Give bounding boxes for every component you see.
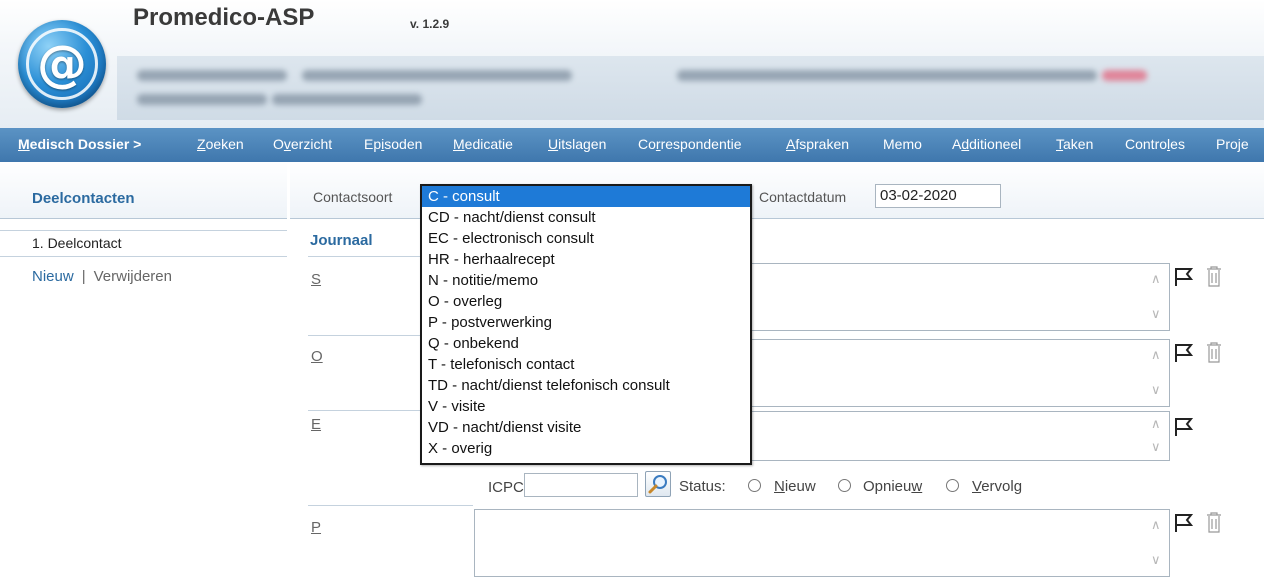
nav-memo[interactable]: Memo [883, 136, 922, 152]
trash-icon[interactable] [1206, 511, 1222, 533]
status-vervolg-label[interactable]: Vervolg [972, 478, 1022, 495]
option-nacht-dienst-consult[interactable]: CD - nacht/dienst consult [422, 207, 750, 228]
app-header: @ Promedico-ASP v. 1.2.9 [0, 0, 1264, 128]
nav-controles[interactable]: Controles [1125, 136, 1185, 152]
nav-medicatie[interactable]: Medicatie [453, 136, 513, 152]
nav-zoeken[interactable]: Zoeken [197, 136, 244, 152]
scrollbar[interactable]: ∧ ∨ [1145, 340, 1169, 406]
nav-episoden[interactable]: Episoden [364, 136, 422, 152]
nav-uitslagen[interactable]: Uitslagen [548, 136, 606, 152]
sidebar-actions: Nieuw | Verwijderen [32, 268, 172, 285]
app-title: Promedico-ASP [133, 4, 315, 31]
status-opnieuw-radio[interactable] [838, 479, 851, 492]
chevron-up-icon[interactable]: ∧ [1151, 272, 1161, 287]
option-visite[interactable]: V - visite [422, 396, 750, 417]
icpc-search-button[interactable] [645, 471, 671, 497]
option-nacht-dienst-telefonisch[interactable]: TD - nacht/dienst telefonisch consult [422, 375, 750, 396]
nav-projecten[interactable]: Proje [1216, 136, 1249, 152]
trash-icon[interactable] [1206, 265, 1222, 287]
sidebar-item-label: 1. Deelcontact [32, 235, 122, 251]
promedico-logo: @ [18, 20, 106, 108]
trash-icon[interactable] [1206, 341, 1222, 363]
option-nacht-dienst-visite[interactable]: VD - nacht/dienst visite [422, 417, 750, 438]
option-electronisch-consult[interactable]: EC - electronisch consult [422, 228, 750, 249]
icpc-label: ICPC [488, 479, 524, 496]
chevron-down-icon[interactable]: ∨ [1151, 383, 1161, 398]
chevron-down-icon[interactable]: ∨ [1151, 307, 1161, 322]
nav-afspraken[interactable]: Afspraken [786, 136, 849, 152]
option-consult[interactable]: C - consult [422, 186, 750, 207]
option-telefonisch-contact[interactable]: T - telefonisch contact [422, 354, 750, 375]
magnifier-icon [648, 475, 667, 494]
icpc-input[interactable] [524, 473, 638, 497]
scrollbar[interactable]: ∧ ∨ [1145, 412, 1169, 460]
section-e-label: E [311, 416, 322, 433]
main-nav: Medisch Dossier > Zoeken Overzicht Episo… [0, 128, 1264, 162]
option-overleg[interactable]: O - overleg [422, 291, 750, 312]
contactdatum-input[interactable]: 03-02-2020 [875, 184, 1001, 208]
at-sign-icon: @ [26, 28, 98, 100]
patient-info-redacted [117, 56, 1264, 120]
contactsoort-label: Contactsoort [313, 189, 393, 205]
chevron-up-icon[interactable]: ∧ [1151, 348, 1161, 363]
nav-medisch-dossier[interactable]: Medisch Dossier > [18, 136, 141, 152]
option-notitie-memo[interactable]: N - notitie/memo [422, 270, 750, 291]
flag-icon[interactable] [1173, 416, 1195, 438]
section-o-label: O [311, 348, 323, 365]
status-nieuw-radio[interactable] [748, 479, 761, 492]
nav-correspondentie[interactable]: Correspondentie [638, 136, 742, 152]
chevron-up-icon[interactable]: ∧ [1151, 518, 1161, 533]
chevron-down-icon[interactable]: ∨ [1151, 553, 1161, 568]
divider [308, 505, 473, 506]
delete-deelcontact-link[interactable]: Verwijderen [94, 268, 172, 285]
nav-overzicht[interactable]: Overzicht [273, 136, 332, 152]
flag-icon[interactable] [1173, 266, 1195, 288]
new-deelcontact-link[interactable]: Nieuw [32, 268, 74, 285]
app-version: v. 1.2.9 [410, 17, 450, 31]
nav-additioneel[interactable]: Additioneel [952, 136, 1021, 152]
sidebar-item-deelcontact[interactable]: 1. Deelcontact [0, 230, 287, 257]
flag-icon[interactable] [1173, 342, 1195, 364]
contactsoort-dropdown[interactable]: C - consult CD - nacht/dienst consult EC… [420, 184, 752, 465]
option-onbekend[interactable]: Q - onbekend [422, 333, 750, 354]
scrollbar[interactable]: ∧ ∨ [1145, 264, 1169, 330]
sidebar-title: Deelcontacten [32, 190, 135, 207]
scrollbar[interactable]: ∧ ∨ [1145, 510, 1169, 576]
section-p-textarea[interactable]: ∧ ∨ [474, 509, 1170, 577]
status-vervolg-radio[interactable] [946, 479, 959, 492]
chevron-down-icon[interactable]: ∨ [1151, 440, 1161, 455]
option-overig[interactable]: X - overig [422, 438, 750, 459]
section-p-label: P [311, 519, 322, 536]
option-herhaalrecept[interactable]: HR - herhaalrecept [422, 249, 750, 270]
chevron-up-icon[interactable]: ∧ [1151, 417, 1161, 432]
contactdatum-label: Contactdatum [759, 189, 847, 205]
journaal-title: Journaal [310, 232, 373, 249]
option-postverwerking[interactable]: P - postverwerking [422, 312, 750, 333]
status-label: Status: [679, 478, 726, 495]
status-nieuw-label[interactable]: Nieuw [774, 478, 816, 495]
flag-icon[interactable] [1173, 512, 1195, 534]
link-separator: | [81, 268, 86, 285]
section-s-label: S [311, 271, 322, 288]
status-opnieuw-label[interactable]: Opnieuw [863, 478, 922, 495]
nav-taken[interactable]: Taken [1056, 136, 1093, 152]
